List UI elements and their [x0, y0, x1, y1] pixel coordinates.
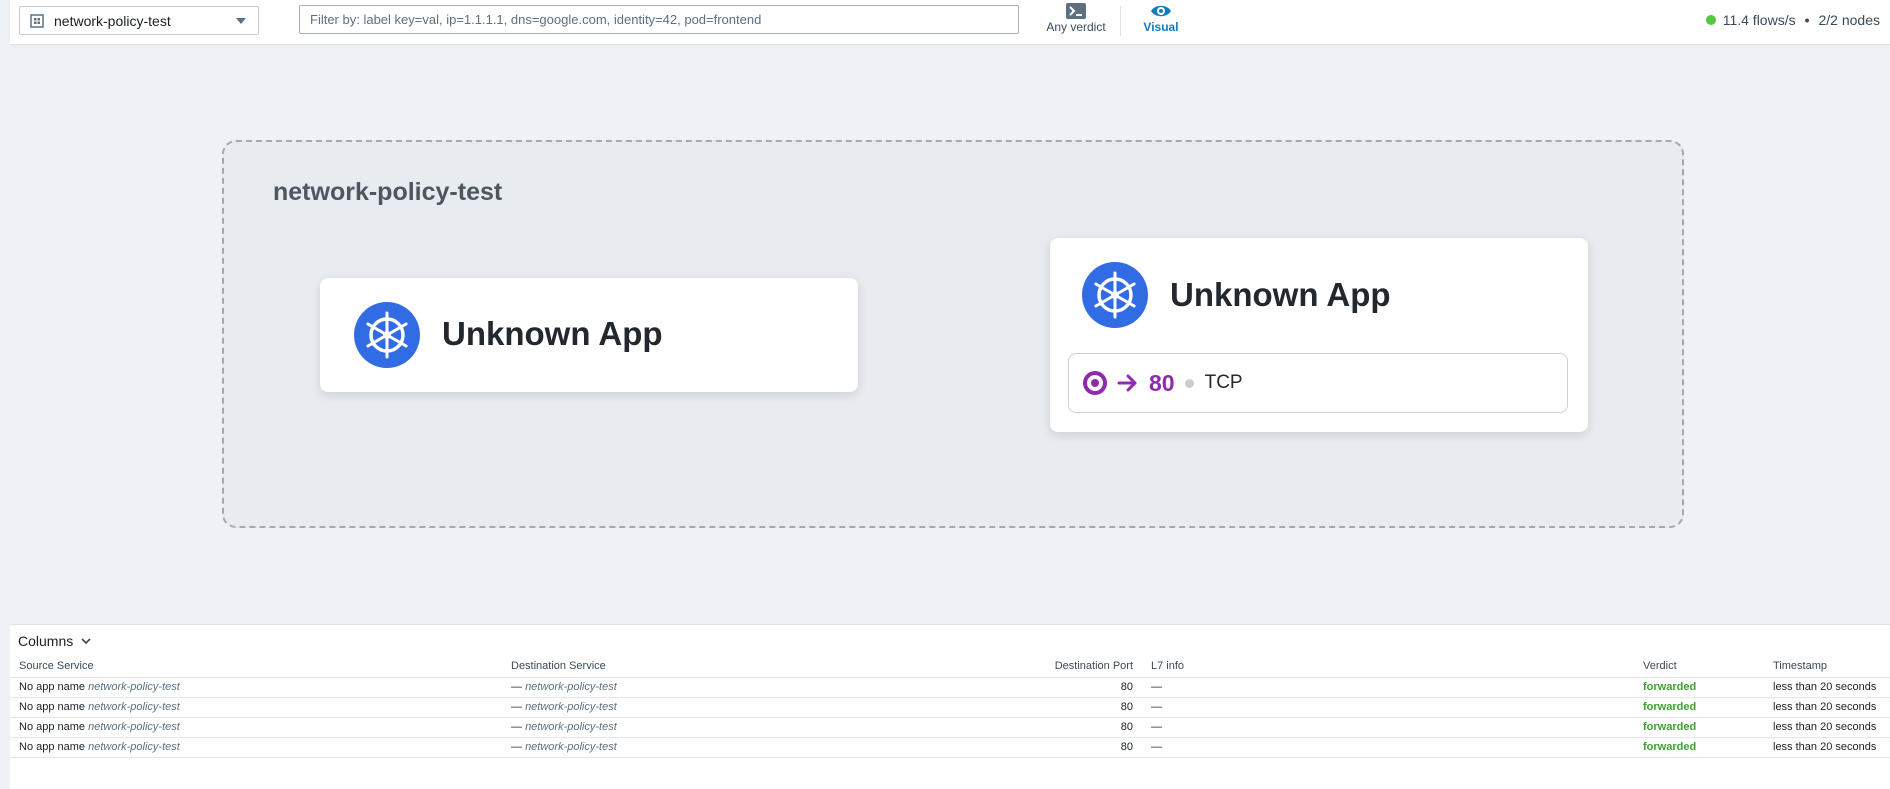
destination-port-cell: 80 — [1004, 737, 1142, 758]
source-namespace: network-policy-test — [88, 721, 180, 733]
source-app: No app name — [19, 681, 86, 693]
source-service-cell: No app name network-policy-test — [10, 677, 502, 698]
verdict-filter-button[interactable]: Any verdict — [1036, 2, 1116, 40]
table-row[interactable]: No app name network-policy-test — networ… — [10, 717, 1890, 738]
nodes-count: 2/2 nodes — [1818, 12, 1881, 28]
flows-panel: Columns Source Service Destination Servi… — [10, 624, 1890, 789]
destination-service-card[interactable]: Unknown App 80 TCP — [1050, 238, 1588, 432]
eye-icon — [1150, 2, 1172, 20]
flow-stats: 11.4 flows/s • 2/2 nodes — [1705, 12, 1881, 28]
destination-service-cell: — network-policy-test — [502, 697, 1004, 718]
flows-rate: 11.4 flows/s — [1722, 12, 1796, 28]
destination-service-cell: — network-policy-test — [502, 677, 1004, 698]
verdict-cell: forwarded — [1634, 677, 1764, 698]
namespace-selector-label: network-policy-test — [54, 12, 171, 29]
destination-service-cell: — network-policy-test — [502, 737, 1004, 758]
verdict-filter-label: Any verdict — [1046, 20, 1106, 34]
column-header-destination-port[interactable]: Destination Port — [1004, 656, 1142, 678]
destination-namespace: network-policy-test — [525, 721, 617, 733]
source-service-cell: No app name network-policy-test — [10, 697, 502, 718]
protocol-label: TCP — [1204, 372, 1243, 393]
destination-namespace: network-policy-test — [525, 741, 617, 753]
stats-separator: • — [1804, 12, 1810, 28]
separator-dot-icon — [1184, 378, 1194, 388]
endpoint-connector-icon — [1083, 371, 1107, 395]
namespace-icon — [30, 13, 44, 28]
flow-filter-input[interactable] — [299, 5, 1019, 34]
endpoint-port-row[interactable]: 80 TCP — [1068, 353, 1568, 413]
column-header-verdict[interactable]: Verdict — [1634, 656, 1764, 678]
verdict-cell: forwarded — [1634, 697, 1764, 718]
source-namespace: network-policy-test — [88, 701, 180, 713]
destination-app: — — [511, 721, 522, 733]
timestamp-cell: less than 20 seconds — [1764, 677, 1890, 698]
source-app: No app name — [19, 741, 86, 753]
arrow-right-icon — [1117, 374, 1137, 392]
visual-view-label: Visual — [1143, 20, 1179, 34]
chevron-down-icon — [81, 638, 91, 645]
columns-label: Columns — [18, 633, 74, 649]
source-service-cell: No app name network-policy-test — [10, 717, 502, 738]
destination-service-cell: — network-policy-test — [502, 717, 1004, 738]
columns-button[interactable]: Columns — [18, 633, 91, 649]
caret-down-icon — [236, 18, 246, 24]
terminal-icon — [1065, 2, 1087, 20]
flows-table: Source Service Destination Service Desti… — [10, 656, 1890, 758]
source-namespace: network-policy-test — [88, 681, 180, 693]
table-row[interactable]: No app name network-policy-test — networ… — [10, 697, 1890, 718]
table-row[interactable]: No app name network-policy-test — networ… — [10, 677, 1890, 698]
kubernetes-icon — [1082, 262, 1148, 328]
destination-app: — — [511, 741, 522, 753]
status-dot-icon — [1705, 15, 1716, 25]
namespace-selector[interactable]: network-policy-test — [19, 6, 259, 35]
verdict-cell: forwarded — [1634, 717, 1764, 738]
destination-namespace: network-policy-test — [525, 701, 617, 713]
table-row[interactable]: No app name network-policy-test — networ… — [10, 737, 1890, 758]
namespace-title: network-policy-test — [273, 178, 503, 206]
destination-namespace: network-policy-test — [525, 681, 617, 693]
destination-port-cell: 80 — [1004, 717, 1142, 738]
timestamp-cell: less than 20 seconds — [1764, 737, 1890, 758]
timestamp-cell: less than 20 seconds — [1764, 697, 1890, 718]
l7-info-cell: — — [1142, 737, 1634, 758]
timestamp-cell: less than 20 seconds — [1764, 717, 1890, 738]
column-header-l7-info[interactable]: L7 info — [1142, 656, 1634, 678]
l7-info-cell: — — [1142, 677, 1634, 698]
destination-app: — — [511, 681, 522, 693]
toolbar-divider — [1120, 6, 1121, 36]
table-header-row: Source Service Destination Service Desti… — [10, 656, 1890, 678]
top-toolbar: network-policy-test Any verdict Visual 1… — [10, 0, 1890, 45]
l7-info-cell: — — [1142, 697, 1634, 718]
port-number: 80 — [1149, 369, 1175, 396]
l7-info-cell: — — [1142, 717, 1634, 738]
destination-port-cell: 80 — [1004, 697, 1142, 718]
source-service-cell: No app name network-policy-test — [10, 737, 502, 758]
destination-app-name: Unknown App — [1170, 276, 1391, 313]
destination-app: — — [511, 701, 522, 713]
visual-view-button[interactable]: Visual — [1130, 2, 1192, 40]
source-namespace: network-policy-test — [88, 741, 180, 753]
source-app: No app name — [19, 701, 86, 713]
column-header-source-service[interactable]: Source Service — [10, 656, 502, 678]
source-app: No app name — [19, 721, 86, 733]
destination-port-cell: 80 — [1004, 677, 1142, 698]
column-header-destination-service[interactable]: Destination Service — [502, 656, 1004, 678]
source-app-name: Unknown App — [442, 315, 663, 352]
column-header-timestamp[interactable]: Timestamp — [1764, 656, 1890, 678]
source-service-card[interactable]: Unknown App — [320, 278, 858, 392]
namespace-container: network-policy-test Unknown App Unknown … — [222, 140, 1684, 528]
verdict-cell: forwarded — [1634, 737, 1764, 758]
kubernetes-icon — [354, 302, 420, 368]
